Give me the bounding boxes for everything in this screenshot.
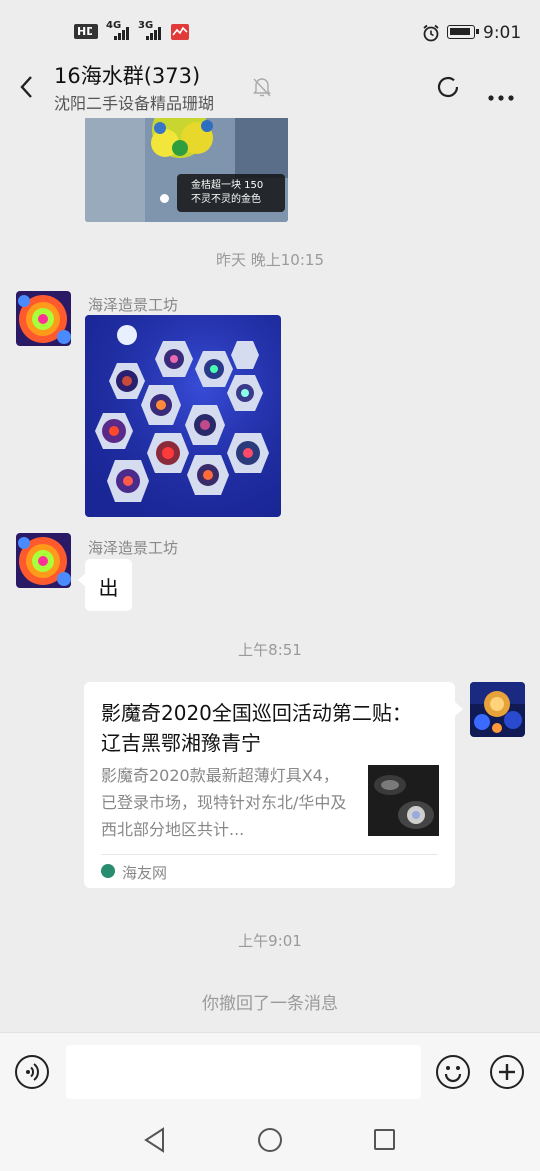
nav-back-icon[interactable]: [143, 1127, 167, 1157]
back-button[interactable]: [14, 72, 42, 102]
timestamp: 昨天 晚上10:15: [216, 251, 324, 269]
mute-bell-icon: [252, 76, 272, 102]
signal-4g-icon: [114, 25, 130, 44]
coral-frags-image[interactable]: [85, 315, 281, 517]
avatar[interactable]: [16, 533, 71, 588]
source-logo-icon: [101, 864, 115, 878]
article-source: 海友网: [122, 864, 168, 882]
sender-name: 海泽造景工坊: [88, 539, 179, 557]
chat-header: 16海水群(373) 沈阳二手设备精品珊瑚: [0, 52, 540, 118]
timestamp: 上午9:01: [238, 932, 302, 950]
refresh-circle-icon[interactable]: [436, 75, 460, 103]
sender-name: 海泽造景工坊: [88, 296, 179, 314]
input-bar: [0, 1032, 540, 1171]
nav-home-icon[interactable]: [258, 1128, 282, 1152]
signal-3g-icon: [146, 25, 162, 44]
recall-notice: 你撤回了一条消息: [202, 994, 338, 1014]
alarm-icon: [422, 24, 440, 46]
card-divider: [101, 854, 438, 855]
more-options-icon[interactable]: [488, 86, 516, 105]
article-description: 影魔奇2020款最新超薄灯具X4，已登录市场，现特针对东北/华中及西北部分地区共…: [101, 766, 347, 839]
battery-icon: [447, 25, 479, 39]
image-marker-dot: [160, 194, 169, 203]
emoji-button[interactable]: [436, 1055, 470, 1089]
chat-subtitle: 沈阳二手设备精品珊瑚: [54, 94, 215, 113]
shared-article-card[interactable]: 影魔奇2020全国巡回活动第二贴： 辽吉黑鄂湘豫青宁 影魔奇2020款最新超薄灯…: [84, 682, 463, 888]
message-text: 出: [98, 576, 119, 600]
nav-recents-icon[interactable]: [374, 1129, 395, 1150]
avatar[interactable]: [16, 291, 71, 346]
caption-line-1: 金桔超一块 150: [191, 180, 264, 191]
voice-input-button[interactable]: [15, 1055, 49, 1089]
chat-title: 16海水群(373): [54, 64, 201, 88]
caption-line-2: 不灵不灵的金色: [191, 194, 261, 205]
message-bubble[interactable]: 出: [78, 559, 132, 611]
clock: 9:01: [483, 23, 522, 43]
message-input[interactable]: [66, 1045, 421, 1099]
image-caption-tag: 金桔超一块 150 不灵不灵的金色: [177, 174, 285, 212]
add-more-button[interactable]: [490, 1055, 524, 1089]
coral-image-partial[interactable]: 金桔超一块 150 不灵不灵的金色: [85, 118, 288, 222]
timestamp: 上午8:51: [238, 641, 302, 659]
article-title: 影魔奇2020全国巡回活动第二贴： 辽吉黑鄂湘豫青宁: [101, 701, 412, 755]
avatar[interactable]: [470, 682, 525, 737]
hd-call-icon: [92, 26, 98, 38]
app-notification-icon: [171, 24, 189, 40]
article-thumbnail: [368, 765, 439, 836]
